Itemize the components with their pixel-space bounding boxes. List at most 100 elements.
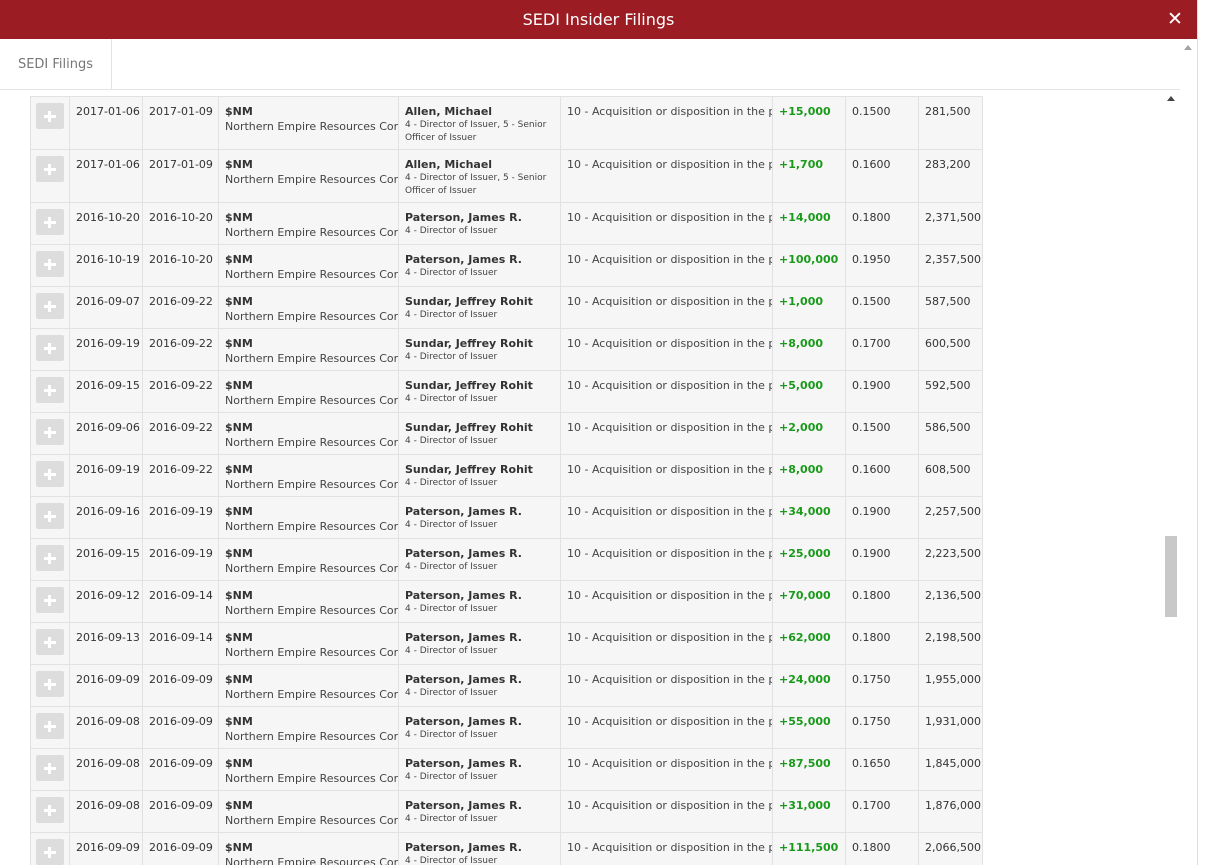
issuer-cell: $NM Northern Empire Resources Corp. [218, 328, 399, 371]
filings-table-container: 2017-01-06 2017-01-09 $NM Northern Empire R… [0, 90, 1180, 865]
symbol: $NM [225, 589, 253, 602]
issuer-cell: $NM Northern Empire Resources Corp. [218, 96, 399, 150]
table-row: 2016-09-09 2016-09-09 $NM Northern Empire R… [30, 664, 983, 707]
holdings: 587,500 [918, 286, 983, 329]
insider-name: Paterson, James R. [405, 505, 522, 518]
modal-title: SEDI Insider Filings [522, 10, 675, 29]
expand-plus-icon[interactable] [36, 156, 64, 182]
expand-plus-icon[interactable] [36, 293, 64, 319]
insider-name: Allen, Michael [405, 105, 493, 118]
trade-date: 2017-01-06 [69, 149, 143, 203]
quantity: +15,000 [772, 96, 846, 150]
expand-cell [30, 454, 70, 497]
expand-plus-icon[interactable] [36, 503, 64, 529]
unit-price: 0.1800 [845, 622, 919, 665]
company-name: Northern Empire Resources Corp. [225, 352, 399, 365]
table-row: 2016-10-19 2016-10-20 $NM Northern Empire R… [30, 244, 983, 287]
holdings: 2,198,500 [918, 622, 983, 665]
issuer-cell: $NM Northern Empire Resources Corp. [218, 706, 399, 749]
expand-plus-icon[interactable] [36, 419, 64, 445]
expand-plus-icon[interactable] [36, 461, 64, 487]
holdings: 608,500 [918, 454, 983, 497]
insider-relation: 4 - Director of Issuer [405, 310, 498, 320]
symbol: $NM [225, 421, 253, 434]
symbol: $NM [225, 841, 253, 854]
company-name: Northern Empire Resources Corp. [225, 520, 399, 533]
scroll-up-arrow-icon[interactable] [1167, 96, 1175, 101]
company-name: Northern Empire Resources Corp. [225, 120, 399, 133]
expand-cell [30, 706, 70, 749]
filing-date: 2016-10-20 [142, 202, 219, 245]
scroll-up-arrow-icon[interactable] [1184, 45, 1192, 50]
issuer-cell: $NM Northern Empire Resources Corp. [218, 580, 399, 623]
expand-plus-icon[interactable] [36, 713, 64, 739]
expand-cell [30, 412, 70, 455]
transaction-nature: 10 - Acquisition or disposition in the p… [560, 202, 773, 245]
table-scrollbar[interactable] [1163, 90, 1179, 865]
holdings: 1,955,000 [918, 664, 983, 707]
trade-date: 2016-09-09 [69, 664, 143, 707]
expand-plus-icon[interactable] [36, 797, 64, 823]
transaction-nature: 10 - Acquisition or disposition in the p… [560, 286, 773, 329]
trade-date: 2017-01-06 [69, 96, 143, 150]
insider-cell: Paterson, James R. 4 - Director of Issuer [398, 244, 561, 287]
symbol: $NM [225, 158, 253, 171]
transaction-nature: 10 - Acquisition or disposition in the p… [560, 580, 773, 623]
trade-date: 2016-09-06 [69, 412, 143, 455]
table-row: 2016-09-16 2016-09-19 $NM Northern Empire R… [30, 496, 983, 539]
unit-price: 0.1600 [845, 454, 919, 497]
filing-date: 2016-09-22 [142, 454, 219, 497]
expand-plus-icon[interactable] [36, 251, 64, 277]
company-name: Northern Empire Resources Corp. [225, 394, 399, 407]
insider-cell: Paterson, James R. 4 - Director of Issuer [398, 202, 561, 245]
insider-cell: Sundar, Jeffrey Rohit 4 - Director of Iss… [398, 286, 561, 329]
table-row: 2016-09-12 2016-09-14 $NM Northern Empire R… [30, 580, 983, 623]
expand-plus-icon[interactable] [36, 377, 64, 403]
insider-name: Paterson, James R. [405, 253, 522, 266]
expand-plus-icon[interactable] [36, 103, 64, 129]
symbol: $NM [225, 211, 253, 224]
expand-plus-icon[interactable] [36, 629, 64, 655]
insider-cell: Paterson, James R. 4 - Director of Issuer [398, 496, 561, 539]
modal-scrollbar[interactable] [1180, 39, 1197, 865]
transaction-nature: 10 - Acquisition or disposition in the p… [560, 96, 773, 150]
table-row: 2016-09-15 2016-09-22 $NM Northern Empire R… [30, 370, 983, 413]
expand-plus-icon[interactable] [36, 755, 64, 781]
holdings: 1,876,000 [918, 790, 983, 833]
unit-price: 0.1600 [845, 149, 919, 203]
expand-plus-icon[interactable] [36, 209, 64, 235]
expand-plus-icon[interactable] [36, 545, 64, 571]
insider-cell: Allen, Michael 4 - Director of Issuer, 5 … [398, 149, 561, 203]
trade-date: 2016-09-15 [69, 538, 143, 581]
expand-cell [30, 96, 70, 150]
symbol: $NM [225, 295, 253, 308]
filing-date: 2016-09-09 [142, 748, 219, 791]
filing-date: 2016-09-09 [142, 706, 219, 749]
expand-cell [30, 496, 70, 539]
filing-date: 2016-09-22 [142, 328, 219, 371]
issuer-cell: $NM Northern Empire Resources Corp. [218, 202, 399, 245]
insider-relation: 4 - Director of Issuer [405, 562, 498, 572]
insider-cell: Sundar, Jeffrey Rohit 4 - Director of Iss… [398, 328, 561, 371]
expand-plus-icon[interactable] [36, 671, 64, 697]
tab-sedi-filings[interactable]: SEDI Filings [0, 39, 112, 89]
insider-name: Paterson, James R. [405, 547, 522, 560]
expand-cell [30, 580, 70, 623]
expand-plus-icon[interactable] [36, 335, 64, 361]
holdings: 592,500 [918, 370, 983, 413]
table-row: 2016-09-19 2016-09-22 $NM Northern Empire R… [30, 454, 983, 497]
expand-plus-icon[interactable] [36, 839, 64, 865]
trade-date: 2016-09-08 [69, 706, 143, 749]
symbol: $NM [225, 757, 253, 770]
insider-name: Paterson, James R. [405, 211, 522, 224]
expand-cell [30, 832, 70, 865]
filing-date: 2016-09-19 [142, 496, 219, 539]
insider-name: Paterson, James R. [405, 757, 522, 770]
page-scrollbar[interactable] [1197, 0, 1213, 865]
scrollbar-thumb[interactable] [1165, 536, 1177, 617]
close-icon[interactable]: ✕ [1165, 9, 1185, 29]
filing-date: 2017-01-09 [142, 149, 219, 203]
expand-plus-icon[interactable] [36, 587, 64, 613]
unit-price: 0.1650 [845, 748, 919, 791]
filings-table: 2017-01-06 2017-01-09 $NM Northern Empire R… [30, 96, 983, 865]
